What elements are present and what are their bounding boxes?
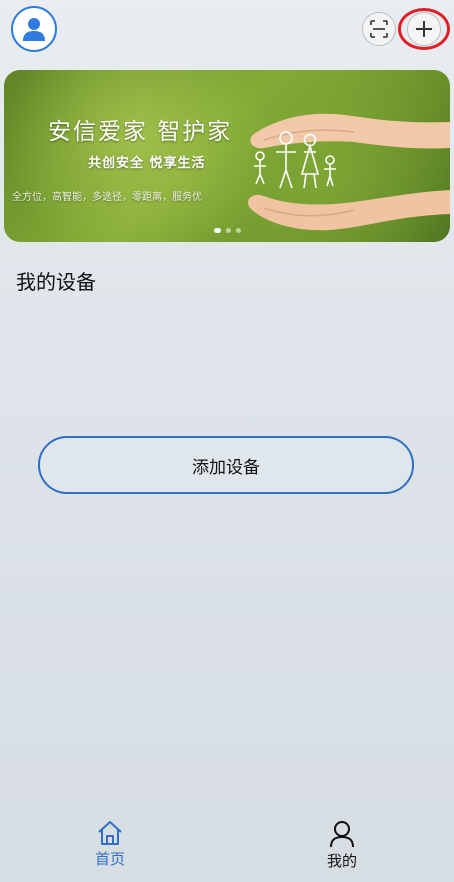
- carousel-dot: [226, 228, 231, 233]
- tab-mine[interactable]: 我的: [302, 820, 382, 871]
- person-icon: [330, 821, 354, 848]
- banner-title: 安信爱家 智护家: [48, 119, 233, 145]
- avatar-button[interactable]: [11, 6, 57, 52]
- add-button[interactable]: [407, 12, 441, 46]
- scan-button[interactable]: [362, 12, 396, 46]
- user-avatar-icon: [23, 18, 45, 41]
- family-hands-illustration: [247, 113, 450, 231]
- banner-subtitle: 共创安全 悦享生活: [88, 156, 206, 171]
- banner-tagline: 全方位，高智能，多途径，零距离，服务优: [12, 192, 202, 203]
- promo-banner[interactable]: 安信爱家 智护家 共创安全 悦享生活 全方位，高智能，多途径，零距离，服务优: [4, 70, 450, 242]
- add-device-button[interactable]: 添加设备: [38, 436, 414, 494]
- plus-icon: [416, 21, 432, 37]
- tab-home-label: 首页: [94, 850, 125, 868]
- home-icon: [98, 821, 122, 845]
- tab-home[interactable]: 首页: [70, 820, 150, 869]
- scan-icon: [370, 20, 388, 38]
- carousel-dot: [236, 228, 241, 233]
- carousel-indicator: [214, 228, 241, 233]
- my-devices-title: 我的设备: [16, 270, 96, 294]
- tab-mine-label: 我的: [326, 852, 357, 870]
- carousel-dot: [214, 228, 221, 233]
